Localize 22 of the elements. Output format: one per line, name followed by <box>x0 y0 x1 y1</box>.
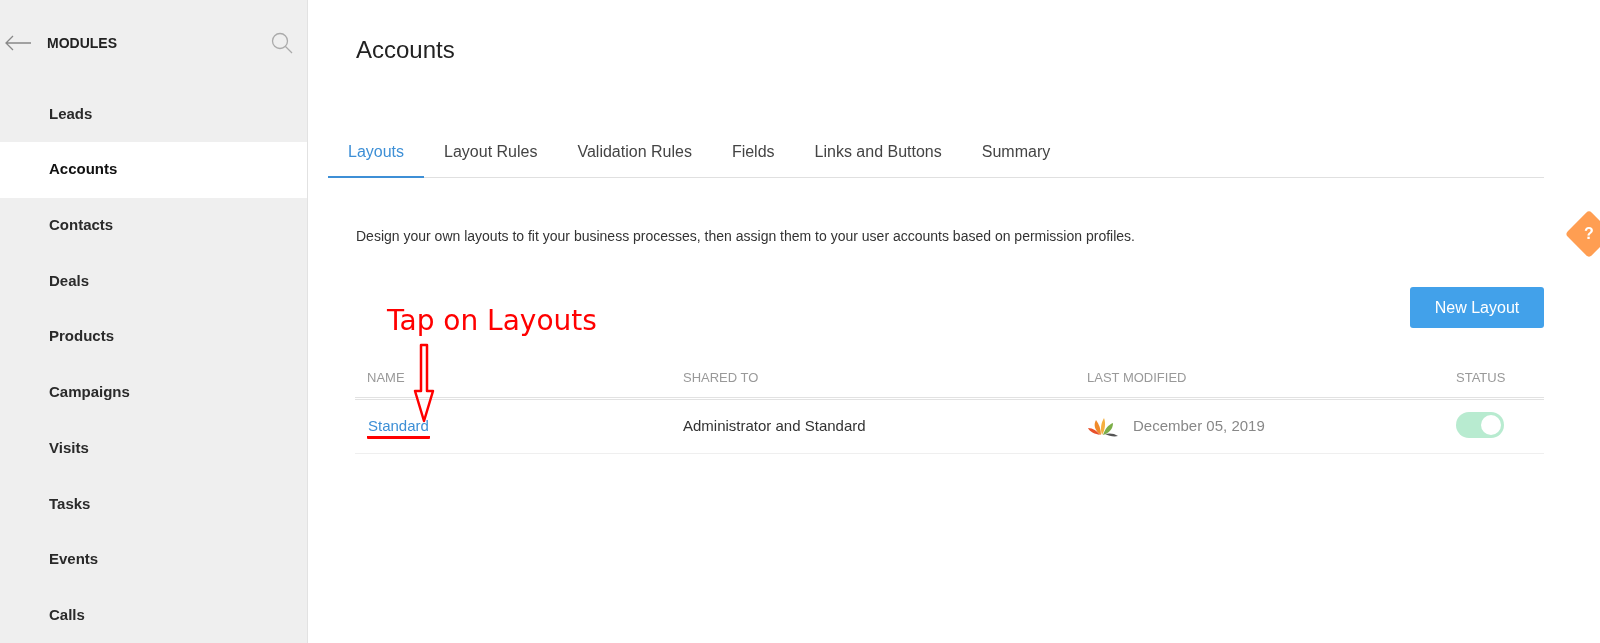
annotation-text: Tap on Layouts <box>387 303 597 339</box>
page-title: Accounts <box>355 35 456 65</box>
sidebar-title: MODULES <box>47 33 118 53</box>
status-toggle[interactable] <box>1456 411 1504 438</box>
table-cell-text: December 05, 2019 <box>1133 416 1265 437</box>
tab[interactable]: Fields <box>711 136 795 178</box>
description-text: Design your own layouts to fit your business processes, then assign them to your user accounts based on permission profiles. <box>355 227 1136 246</box>
tab[interactable]: Layout Rules <box>424 136 558 178</box>
column-header: LAST MODIFIED <box>1087 369 1187 385</box>
table-cell: Administrator and Standard <box>683 417 866 435</box>
search-icon[interactable] <box>271 32 293 55</box>
sidebar-item[interactable]: Accounts <box>0 141 307 198</box>
column-header: NAME <box>367 369 405 385</box>
layout-link[interactable]: Standard <box>367 417 430 440</box>
column-header: STATUS <box>1456 369 1506 385</box>
tab[interactable]: Layouts <box>328 136 425 178</box>
tab[interactable]: Summary <box>961 136 1071 178</box>
lotus-logo-icon <box>1087 416 1119 437</box>
column-header: SHARED TO <box>683 369 759 385</box>
tab[interactable]: Links and Buttons <box>794 136 962 178</box>
tab[interactable]: Validation Rules <box>557 136 712 178</box>
back-arrow-icon[interactable] <box>4 35 32 52</box>
